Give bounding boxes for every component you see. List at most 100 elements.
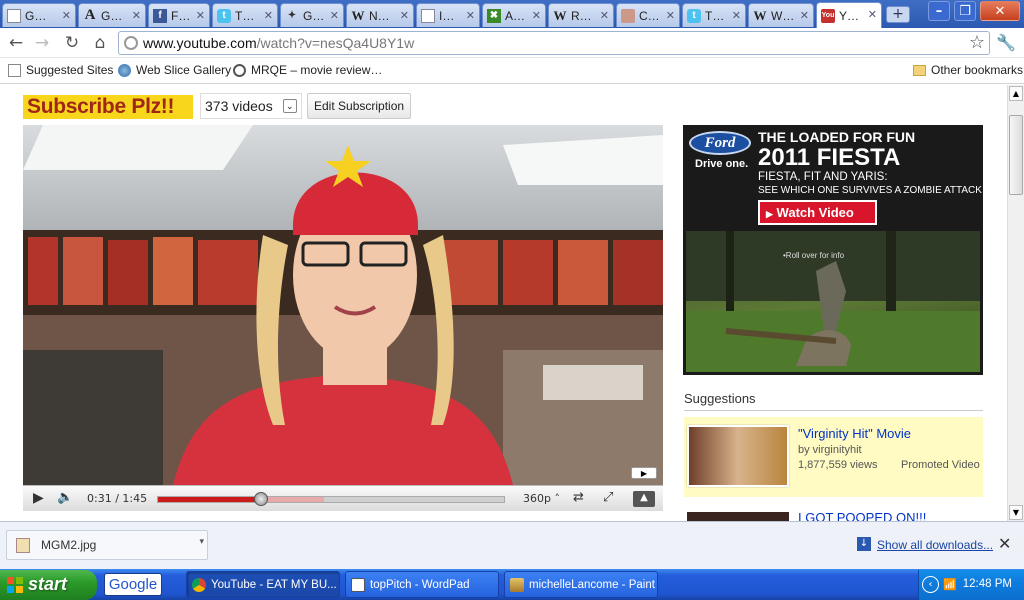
browser-tab[interactable]: G… ✕ bbox=[2, 3, 76, 27]
page-content: Subscribe Plz!! 373 videos ⌄ Edit Subscri… bbox=[0, 85, 1007, 521]
wrench-icon[interactable]: 🔧 bbox=[996, 33, 1016, 52]
suggestion-title[interactable]: "Virginity Hit" Movie bbox=[798, 426, 911, 441]
close-icon[interactable]: ✕ bbox=[466, 9, 475, 22]
video-thumbnail[interactable] bbox=[687, 512, 789, 521]
close-icon[interactable]: ✕ bbox=[196, 9, 205, 22]
browser-tab[interactable]: f F… ✕ bbox=[148, 3, 210, 27]
close-window-button[interactable]: ✕ bbox=[980, 1, 1020, 21]
expand-icon[interactable]: ▲ bbox=[633, 491, 655, 507]
other-bookmarks[interactable]: Other bookmarks bbox=[913, 63, 1023, 77]
restore-button[interactable]: ❐ bbox=[954, 1, 976, 21]
forward-button[interactable]: → bbox=[32, 33, 52, 53]
bookmark-suggested-sites[interactable]: Suggested Sites bbox=[8, 63, 113, 77]
page-info-icon[interactable] bbox=[124, 36, 138, 50]
browser-tab[interactable]: ✖ A… ✕ bbox=[482, 3, 546, 27]
url-text[interactable]: www.youtube.com/watch?v=nesQa4U8Y1w bbox=[143, 35, 414, 51]
close-icon[interactable]: ✕ bbox=[330, 9, 339, 22]
chevron-left-icon[interactable]: ‹ bbox=[922, 576, 939, 593]
google-toolbar[interactable]: Google bbox=[104, 573, 162, 596]
bookmark-mrqe[interactable]: MRQE – movie review… bbox=[233, 63, 382, 77]
vertical-scrollbar[interactable]: ▲ ▼ bbox=[1007, 85, 1024, 521]
volume-icon[interactable]: 🔈 bbox=[57, 490, 73, 505]
clock[interactable]: 12:48 PM bbox=[963, 578, 1012, 590]
wordpad-icon bbox=[351, 578, 365, 592]
close-icon[interactable]: ✕ bbox=[400, 9, 409, 22]
tab-strip: G… ✕ A G… ✕ f F… ✕ t T… ✕ ✦ G… ✕ W N… ✕ I… ✕ ✖ A… ✕ WR… bbox=[0, 0, 1024, 28]
video-player[interactable]: ▶ bbox=[23, 125, 663, 485]
close-icon[interactable]: ✕ bbox=[600, 9, 609, 22]
browser-tab[interactable]: W R… ✕ bbox=[548, 3, 614, 27]
browser-tab[interactable]: I… ✕ bbox=[416, 3, 480, 27]
ad-banner[interactable]: Ford Drive one. THE LOADED FOR FUN 2011 … bbox=[683, 125, 983, 375]
web-slice-icon bbox=[118, 63, 131, 77]
quality-selector[interactable]: 360p ˄ bbox=[523, 492, 560, 505]
star-icon[interactable]: ☆ bbox=[969, 32, 985, 53]
browser-tab[interactable]: C… ✕ bbox=[616, 3, 680, 27]
suggestion-item[interactable]: "Virginity Hit" Movie by virginityhit 1,… bbox=[684, 417, 983, 497]
reload-button[interactable]: ↻ bbox=[62, 33, 82, 53]
start-button[interactable]: start bbox=[0, 570, 97, 600]
suggestion-item[interactable]: I GOT POOPED ON!!! bbox=[684, 505, 983, 521]
address-bar[interactable]: www.youtube.com/watch?v=nesQa4U8Y1w ☆ bbox=[118, 31, 990, 55]
suggestion-views: 1,877,559 views bbox=[798, 459, 878, 471]
windows-logo-icon bbox=[7, 577, 23, 593]
youtube-icon: You bbox=[821, 8, 835, 23]
close-icon[interactable]: ✕ bbox=[666, 9, 675, 22]
bookmark-label: Other bookmarks bbox=[931, 63, 1024, 77]
popout-icon[interactable]: ⇄ bbox=[573, 490, 584, 505]
chevron-down-icon[interactable]: ⌄ bbox=[282, 99, 297, 113]
new-tab-button[interactable]: + bbox=[886, 6, 910, 23]
wikipedia-icon: W bbox=[351, 7, 365, 23]
task-wordpad[interactable]: topPitch - WordPad bbox=[345, 571, 499, 598]
browser-tab[interactable]: W N… ✕ bbox=[346, 3, 414, 27]
close-icon[interactable]: ✕ bbox=[132, 9, 141, 22]
download-filename: MGM2.jpg bbox=[41, 538, 97, 552]
edit-subscription-button[interactable]: Edit Subscription bbox=[307, 93, 412, 119]
browser-tab-active[interactable]: You Y… ✕ bbox=[816, 2, 882, 28]
page-icon bbox=[7, 8, 21, 23]
close-icon[interactable]: ✕ bbox=[532, 9, 541, 22]
bookmark-label: MRQE – movie review… bbox=[251, 63, 383, 77]
progress-bar[interactable] bbox=[157, 492, 505, 506]
scrubber-handle[interactable] bbox=[253, 492, 268, 506]
wikipedia-icon: W bbox=[553, 7, 567, 23]
browser-toolbar: ← → ↻ ⌂ www.youtube.com/watch?v=nesQa4U8… bbox=[0, 28, 1024, 58]
close-icon[interactable]: ✕ bbox=[998, 534, 1011, 553]
browser-tab[interactable]: W W… ✕ bbox=[748, 3, 814, 27]
browser-tab[interactable]: ✦ G… ✕ bbox=[280, 3, 344, 27]
back-button[interactable]: ← bbox=[6, 33, 26, 53]
channel-logo[interactable]: Subscribe Plz!! bbox=[23, 95, 193, 119]
ford-logo: Ford bbox=[689, 131, 751, 155]
scroll-thumb[interactable] bbox=[1009, 115, 1023, 195]
task-youtube[interactable]: YouTube - EAT MY BU... bbox=[186, 571, 340, 598]
tab-label: T… bbox=[235, 8, 255, 23]
tab-label: C… bbox=[639, 8, 660, 23]
annotation-toggle-icon[interactable]: ▶ bbox=[631, 467, 657, 479]
bookmark-web-slice-gallery[interactable]: Web Slice Gallery bbox=[118, 63, 231, 77]
suggestion-title[interactable]: I GOT POOPED ON!!! bbox=[798, 510, 926, 521]
network-icon[interactable]: 📶 bbox=[943, 578, 957, 591]
close-icon[interactable]: ✕ bbox=[264, 9, 273, 22]
browser-tab[interactable]: t T… ✕ bbox=[682, 3, 746, 27]
minimize-button[interactable]: – bbox=[928, 1, 950, 21]
task-paint[interactable]: michelleLancome - Paint bbox=[504, 571, 658, 598]
close-icon[interactable]: ✕ bbox=[868, 8, 877, 21]
scroll-down-arrow[interactable]: ▼ bbox=[1009, 505, 1023, 520]
close-icon[interactable]: ✕ bbox=[62, 9, 71, 22]
watch-video-button[interactable]: ▶ Watch Video bbox=[758, 200, 877, 225]
video-count-dropdown[interactable]: 373 videos ⌄ bbox=[200, 93, 302, 119]
show-all-downloads-link[interactable]: Show all downloads... bbox=[877, 538, 993, 552]
fullscreen-icon[interactable]: ⤢ bbox=[603, 490, 613, 505]
chevron-down-icon[interactable]: ▾ bbox=[199, 537, 204, 547]
scroll-up-arrow[interactable]: ▲ bbox=[1009, 86, 1023, 101]
close-icon[interactable]: ✕ bbox=[732, 9, 741, 22]
close-icon[interactable]: ✕ bbox=[800, 9, 809, 22]
browser-tab[interactable]: t T… ✕ bbox=[212, 3, 278, 27]
suggestion-channel[interactable]: by virginityhit bbox=[798, 444, 862, 456]
task-label: topPitch - WordPad bbox=[370, 579, 470, 591]
download-item[interactable]: MGM2.jpg ▾ bbox=[6, 530, 208, 560]
video-thumbnail[interactable] bbox=[687, 425, 789, 487]
home-button[interactable]: ⌂ bbox=[90, 33, 110, 53]
play-icon[interactable]: ▶ bbox=[33, 490, 44, 506]
browser-tab[interactable]: A G… ✕ bbox=[78, 3, 146, 27]
